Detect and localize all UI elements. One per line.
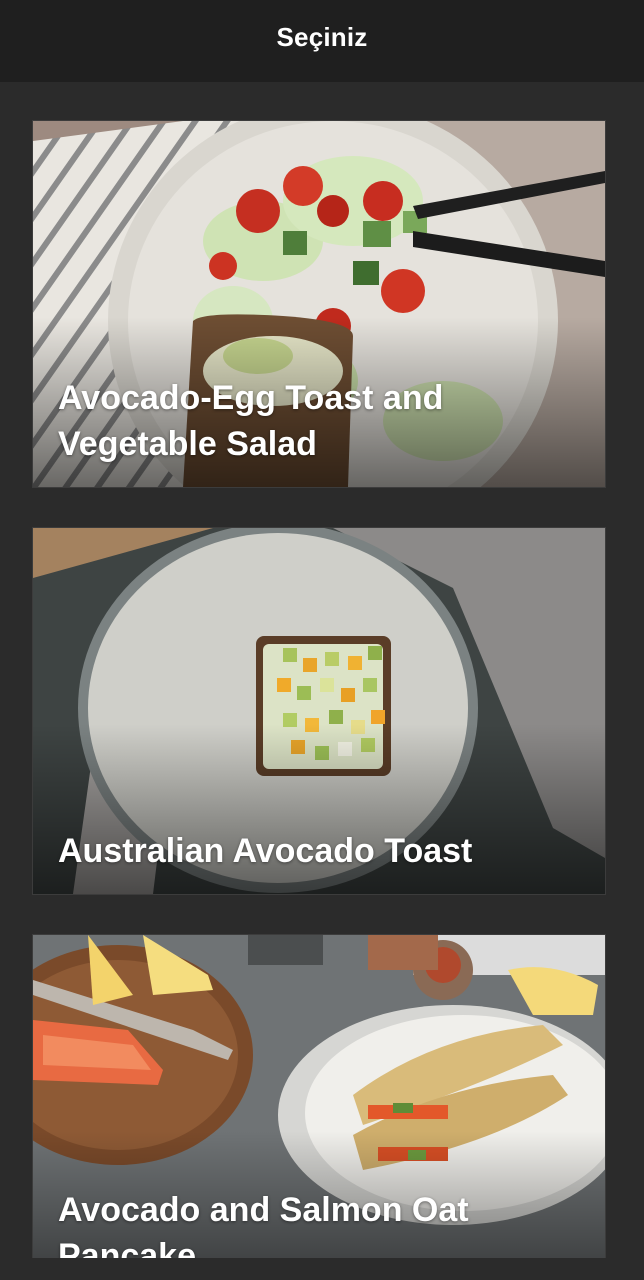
page-title: Seçiniz <box>276 21 368 52</box>
recipe-title: Australian Avocado Toast <box>58 832 473 870</box>
app-header: Seçiniz <box>0 0 644 82</box>
bottom-bar <box>0 1258 644 1280</box>
recipe-title: Avocado and Salmon Oat Pancake <box>58 1191 469 1258</box>
recipe-card-avocado-salmon-pancake[interactable]: Avocado and Salmon Oat Pancake <box>32 934 606 1258</box>
recipe-card-australian-avocado-toast[interactable]: Australian Avocado Toast <box>32 527 606 895</box>
recipe-list[interactable]: Avocado-Egg Toast and Vegetable Salad Au… <box>0 82 644 1258</box>
recipe-title: Avocado-Egg Toast and Vegetable Salad <box>58 379 444 463</box>
recipe-card-avocado-egg-toast[interactable]: Avocado-Egg Toast and Vegetable Salad <box>32 120 606 488</box>
